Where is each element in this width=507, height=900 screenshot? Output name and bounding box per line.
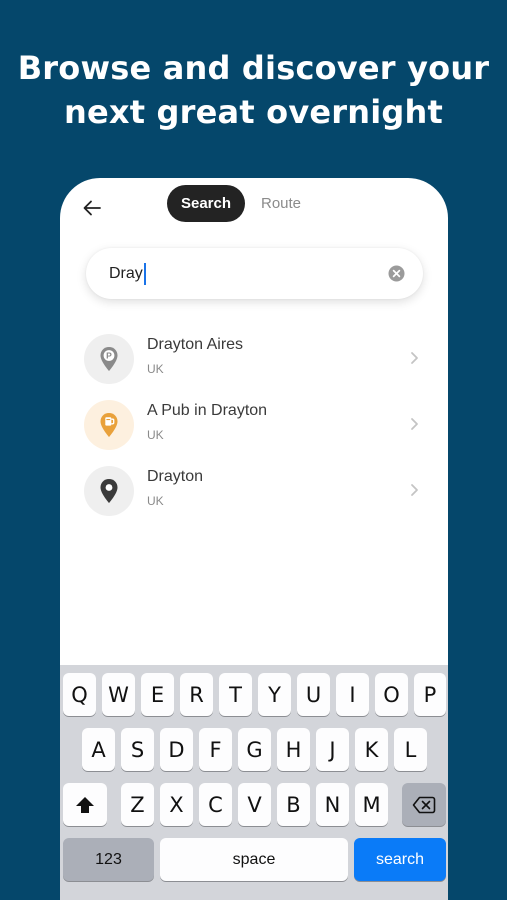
key-d[interactable]: D [160,728,193,771]
arrow-left-icon [83,200,101,216]
backspace-key[interactable] [402,783,446,826]
key-m[interactable]: M [355,783,388,826]
search-key[interactable]: search [354,838,446,881]
result-title: Drayton Aires [147,336,244,353]
svg-text:P: P [106,351,112,361]
result-icon-bg [84,400,134,450]
key-o[interactable]: O [375,673,408,716]
tab-route[interactable]: Route [248,185,314,222]
chevron-right-icon [411,484,418,496]
key-w[interactable]: W [102,673,135,716]
backspace-icon [412,796,436,813]
on-screen-keyboard: Q W E R T Y U I O P A S D F G H J K L Z … [60,665,448,900]
search-input-value: Dray [109,265,143,282]
result-subtitle: UK [147,362,164,376]
result-title: Drayton [147,468,204,485]
search-bar[interactable]: Dray [86,248,423,299]
key-e[interactable]: E [141,673,174,716]
phone-screen: Search Route Dray P Drayton Aires UK A P… [60,178,448,900]
shift-key[interactable] [63,783,107,826]
key-y[interactable]: Y [258,673,291,716]
search-result-item[interactable]: A Pub in Drayton UK [60,396,448,462]
tab-search[interactable]: Search [167,185,245,222]
key-k[interactable]: K [355,728,388,771]
result-icon-bg [84,466,134,516]
key-f[interactable]: F [199,728,232,771]
parking-pin-icon: P [100,347,118,371]
search-input[interactable]: Dray [109,263,146,285]
space-key[interactable]: space [160,838,348,881]
key-a[interactable]: A [82,728,115,771]
key-n[interactable]: N [316,783,349,826]
result-subtitle: UK [147,494,164,508]
back-button[interactable] [80,196,104,220]
shift-arrow-icon [76,796,94,813]
result-title: A Pub in Drayton [147,402,268,419]
chevron-right-icon [411,352,418,364]
key-g[interactable]: G [238,728,271,771]
key-p[interactable]: P [414,673,446,716]
key-l[interactable]: L [394,728,427,771]
result-icon-bg: P [84,334,134,384]
key-b[interactable]: B [277,783,310,826]
search-result-item[interactable]: Drayton UK [60,462,448,528]
search-result-item[interactable]: P Drayton Aires UK [60,330,448,396]
headline-line-1: Browse and discover your [17,49,490,87]
key-z[interactable]: Z [121,783,154,826]
key-u[interactable]: U [297,673,330,716]
headline-line-2: next great overnight [63,93,444,131]
text-caret [143,263,146,285]
key-v[interactable]: V [238,783,271,826]
pub-pin-icon [100,413,118,437]
numbers-key[interactable]: 123 [63,838,154,881]
key-r[interactable]: R [180,673,213,716]
key-i[interactable]: I [336,673,369,716]
key-s[interactable]: S [121,728,154,771]
key-t[interactable]: T [219,673,252,716]
key-h[interactable]: H [277,728,310,771]
clear-search-icon[interactable] [388,265,405,282]
chevron-right-icon [411,418,418,430]
key-x[interactable]: X [160,783,193,826]
key-c[interactable]: C [199,783,232,826]
result-subtitle: UK [147,428,164,442]
key-q[interactable]: Q [63,673,96,716]
key-j[interactable]: J [316,728,349,771]
location-pin-icon [100,479,118,503]
headline: Browse and discover your next great over… [0,46,507,134]
